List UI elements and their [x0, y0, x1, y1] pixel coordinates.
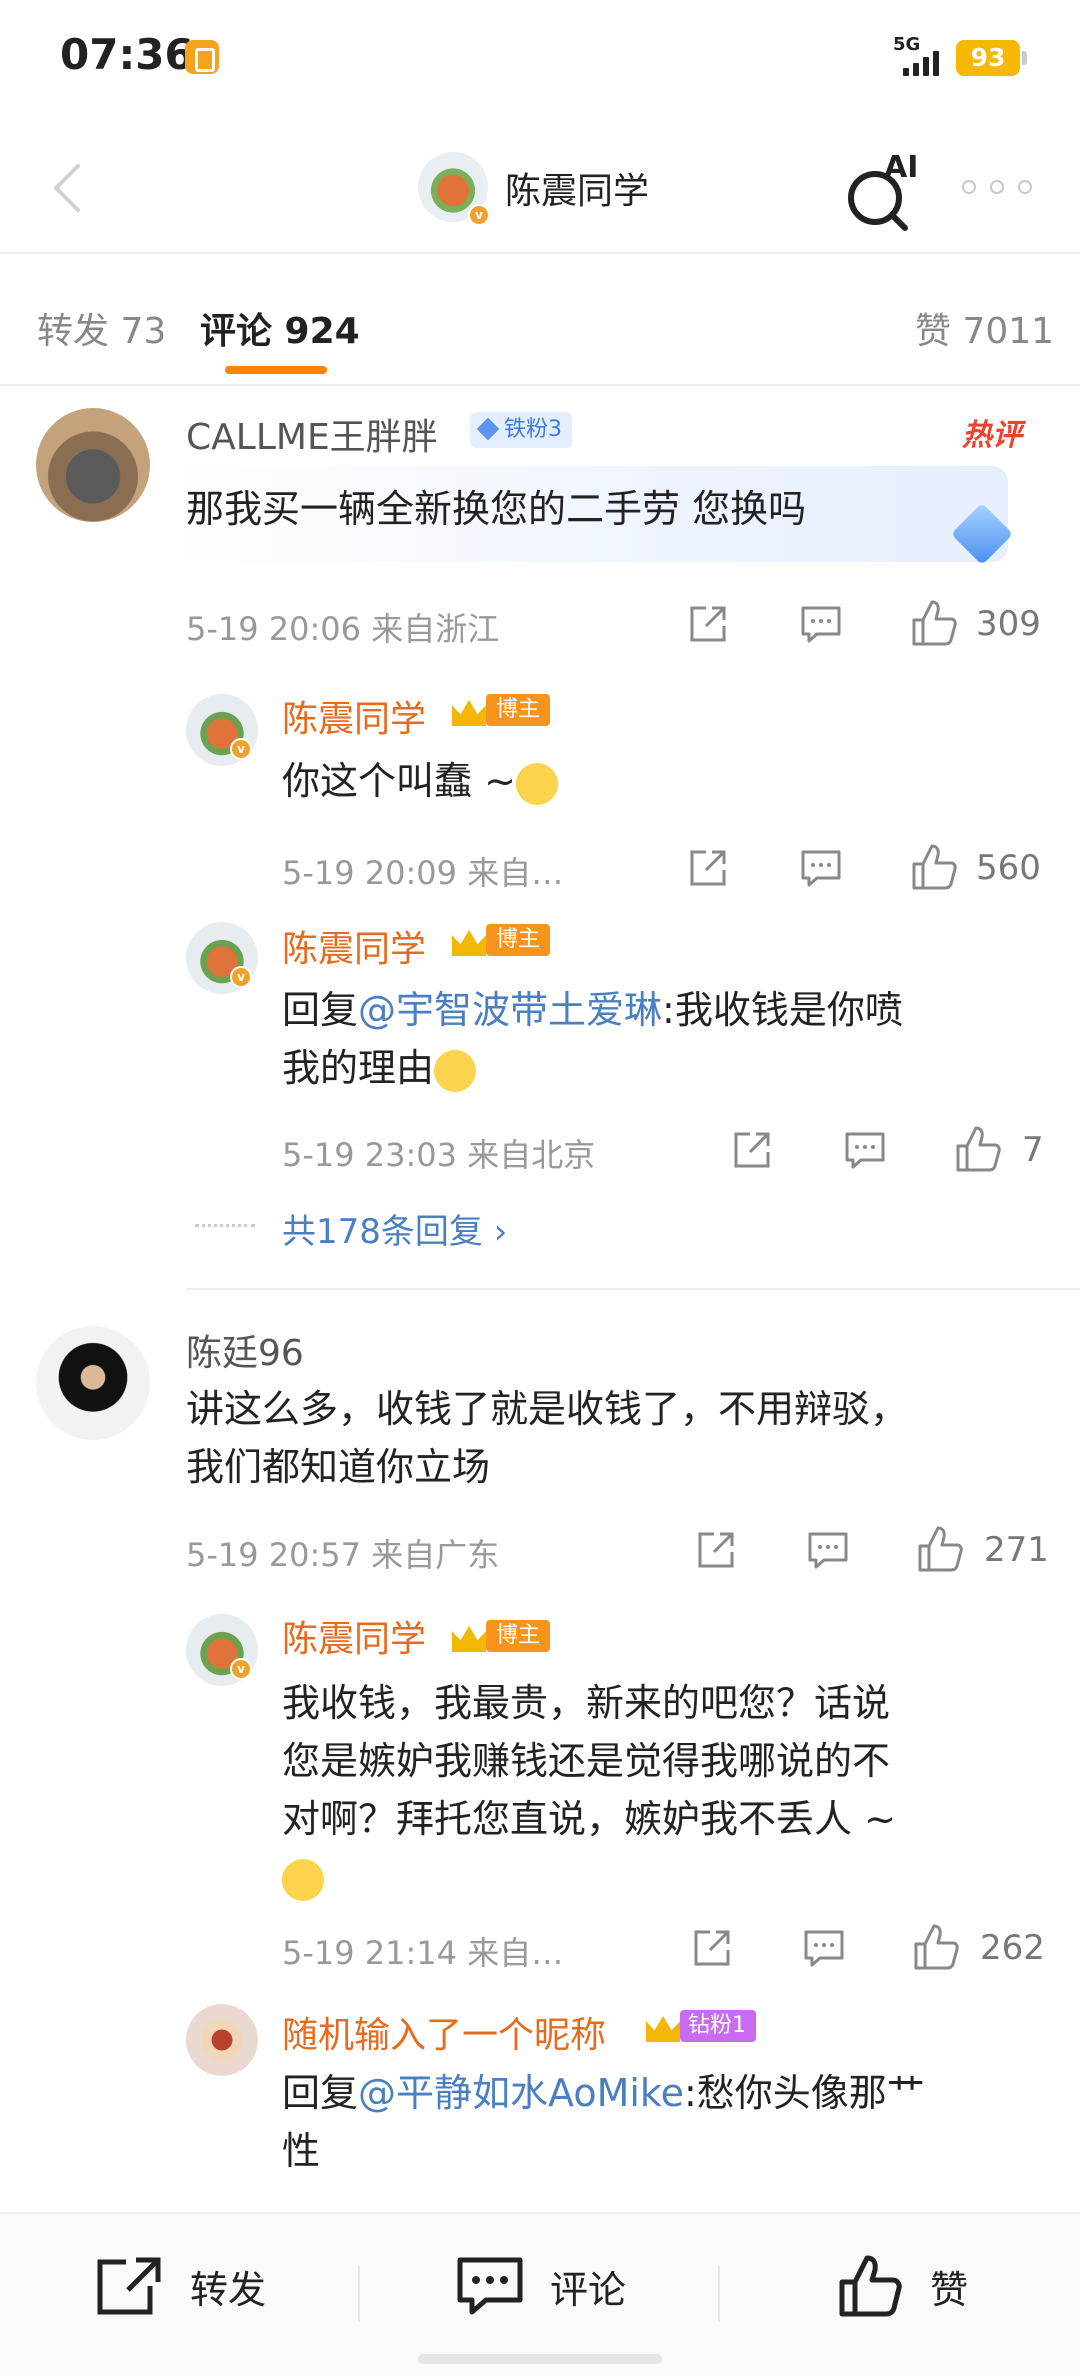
avatar[interactable]: [36, 1326, 150, 1440]
like-icon[interactable]: [910, 598, 960, 648]
blogger-badge: 博主: [448, 920, 551, 960]
verified-icon: v: [230, 1658, 252, 1680]
home-indicator[interactable]: [418, 2354, 662, 2364]
verified-icon: v: [468, 204, 490, 226]
crown-icon: [448, 690, 492, 730]
status-bar: 07:36 5G 93: [0, 0, 1080, 120]
tab-bar: 转发 73 评论 924 赞 7011: [0, 254, 1080, 384]
reply-text: 你这个叫蠢 ~: [282, 752, 558, 810]
verified-icon: v: [230, 738, 252, 760]
comment-icon[interactable]: [799, 846, 843, 890]
reply-text: 回复@平静如水AoMike:愁你头像那艹 性: [282, 2071, 925, 2173]
comment-icon[interactable]: [806, 1528, 850, 1572]
reply-text: 我收钱，我最贵，新来的吧您？话说 您是嫉妒我赚钱还是觉得我哪说的不 对啊？拜托您…: [282, 1674, 1042, 1906]
verified-icon: v: [230, 966, 252, 988]
signal-icon: [903, 50, 939, 76]
divider: [195, 1224, 255, 1227]
notification-icon: [185, 40, 219, 74]
comment-text: 讲这么多，收钱了就是收钱了，不用辩驳， 我们都知道你立场: [186, 1387, 909, 1489]
like-count: 7: [1022, 1130, 1044, 1170]
like-label: 赞: [930, 2267, 969, 2312]
mention-link[interactable]: @宇智波带土爱琳: [358, 988, 662, 1032]
comment-icon[interactable]: [802, 1926, 846, 1970]
crown-icon: [642, 2006, 686, 2046]
divider: [718, 2266, 720, 2322]
comment-meta: 5-19 20:57 来自广东: [186, 1536, 500, 1574]
like-icon[interactable]: [916, 1524, 966, 1574]
more-icon[interactable]: [962, 180, 1032, 194]
ai-label: AI: [884, 150, 919, 185]
blogger-badge: 博主: [448, 690, 551, 730]
like-count: 262: [980, 1928, 1045, 1968]
avatar[interactable]: [186, 2004, 258, 2076]
comment-button[interactable]: 评论: [456, 2254, 626, 2318]
back-icon[interactable]: [40, 158, 100, 218]
more-replies-link[interactable]: 共178条回复 ›: [282, 1204, 507, 1253]
like-count: 271: [984, 1530, 1049, 1570]
laugh-cry-emoji: [515, 762, 558, 805]
crown-icon: [448, 920, 492, 960]
tab-likes[interactable]: 赞 7011: [915, 302, 1054, 354]
bottom-action-bar: 转发 评论 赞: [0, 2212, 1080, 2376]
share-icon[interactable]: [686, 846, 730, 890]
tab-reposts[interactable]: 转发 73: [37, 302, 166, 354]
page-title[interactable]: 陈震同学: [505, 162, 649, 214]
mention-link[interactable]: @平静如水AoMike: [358, 2071, 684, 2115]
surprised-emoji: [434, 1049, 477, 1092]
active-tab-indicator: [225, 366, 327, 374]
grin-emoji: [282, 1858, 324, 1901]
repost-icon: [97, 2257, 161, 2315]
share-icon[interactable]: [730, 1128, 774, 1172]
reply-meta: 5-19 20:09 来自…: [282, 854, 564, 892]
repost-button[interactable]: 转发: [96, 2254, 266, 2318]
blogger-badge: 博主: [448, 1616, 551, 1656]
reply-username[interactable]: 陈震同学: [282, 920, 426, 972]
battery-icon: 93: [956, 40, 1027, 76]
share-icon[interactable]: [686, 602, 730, 646]
share-icon[interactable]: [690, 1926, 734, 1970]
divider: [358, 2266, 360, 2322]
diamond-fan-badge: 钻粉1: [642, 2008, 756, 2044]
hot-comment-badge: 热评: [962, 418, 1022, 453]
comment-label: 评论: [550, 2267, 627, 2312]
top-nav: v 陈震同学 AI: [0, 130, 1080, 250]
avatar[interactable]: [36, 408, 150, 522]
divider: [186, 1288, 1080, 1290]
reply-meta: 5-19 21:14 来自…: [282, 1934, 564, 1972]
crown-icon: [448, 1616, 492, 1656]
reply-username[interactable]: 随机输入了一个昵称: [282, 2006, 606, 2058]
like-button[interactable]: 赞: [838, 2254, 968, 2318]
reply-meta: 5-19 23:03 来自北京: [282, 1136, 596, 1174]
thumbs-up-icon: [839, 2255, 902, 2317]
reply-text: 回复@宇智波带土爱琳:我收钱是你喷 我的理由: [282, 988, 903, 1092]
reply-username[interactable]: 陈震同学: [282, 690, 426, 742]
comment-bubble-icon: [457, 2257, 523, 2315]
comment-icon[interactable]: [843, 1128, 887, 1172]
like-icon[interactable]: [910, 842, 960, 892]
tab-comments[interactable]: 评论 924: [200, 302, 360, 354]
comment-text: 那我买一辆全新换您的二手劳 您换吗: [186, 487, 807, 531]
like-count: 560: [976, 848, 1041, 888]
like-count: 309: [976, 604, 1041, 644]
fan-badge: 铁粉3: [470, 412, 572, 448]
status-time: 07:36: [60, 30, 194, 79]
comment-username[interactable]: CALLME王胖胖: [186, 408, 438, 460]
comment-meta: 5-19 20:06 来自浙江: [186, 610, 500, 648]
reply-username[interactable]: 陈震同学: [282, 1610, 426, 1662]
comment-username[interactable]: 陈廷96: [186, 1324, 304, 1376]
repost-label: 转发: [190, 2267, 267, 2312]
divider: [0, 384, 1080, 386]
share-icon[interactable]: [694, 1528, 738, 1572]
like-icon[interactable]: [912, 1922, 962, 1972]
comment-icon[interactable]: [799, 602, 843, 646]
like-icon[interactable]: [954, 1124, 1004, 1174]
